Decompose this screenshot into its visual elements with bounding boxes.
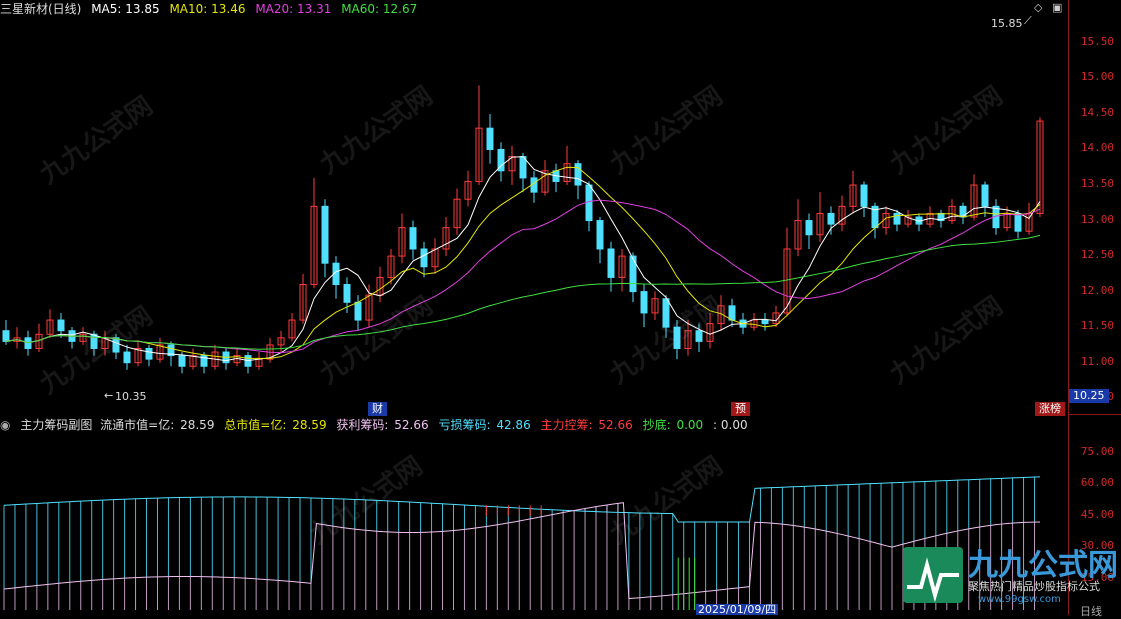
profit-chips-value: 52.66 (394, 418, 429, 432)
candle-body (1014, 212, 1022, 232)
candle-body (827, 212, 835, 225)
profit-chip-line (3, 502, 1041, 600)
candle-body (673, 326, 681, 349)
ma60-line (5, 234, 1041, 350)
bottom-value: 0.00 (676, 418, 704, 432)
sub-chart-header: ◉ 主力筹码副图 流通市值=亿: 28.59 总市值=亿: 28.59 获利筹码… (0, 416, 754, 434)
price-tick: 12.00 (1080, 283, 1114, 297)
price-tick: 14.50 (1080, 105, 1114, 119)
sub-tick: 75.00 (1080, 444, 1114, 458)
panel-toggle-icon[interactable]: ▣ (1052, 1, 1062, 14)
ma5-label: MA5: 13.85 (91, 2, 160, 16)
watermark-url: www.99gsw.com (978, 594, 1061, 605)
timeframe-label[interactable]: 日线 (1080, 603, 1102, 619)
logo-chart-icon (907, 557, 959, 603)
marker-yu[interactable]: 预 (731, 402, 750, 416)
candle-body (90, 333, 98, 349)
bottom-label: 抄底: (642, 418, 671, 432)
candle-body (761, 319, 769, 325)
marker-zhangbang[interactable]: 涨榜 (1035, 402, 1065, 416)
ma10-line (5, 166, 1041, 359)
price-tick: 15.50 (1080, 34, 1114, 48)
watermark-slogan: 聚焦热门精品炒股指标公式 (968, 580, 1100, 593)
stock-chart-window[interactable]: 三星新材(日线) MA5: 13.85 MA10: 13.46 MA20: 13… (0, 0, 1121, 618)
profit-chips-label: 获利筹码: (336, 418, 389, 432)
main-chart-header: 三星新材(日线) MA5: 13.85 MA10: 13.46 MA20: 13… (0, 0, 423, 18)
candle-body (860, 184, 868, 207)
indicator-name[interactable]: 主力筹码副图 (20, 418, 92, 432)
candle-body (574, 163, 582, 186)
main-control-label: 主力控筹: (540, 418, 593, 432)
candle-body (728, 305, 736, 321)
candle-body (695, 330, 703, 342)
total-cap-label: 总市值=亿: (224, 418, 287, 432)
candle-body (607, 248, 615, 278)
price-tick: 11.00 (1080, 354, 1114, 368)
candle-body (123, 351, 131, 364)
high-arrow-icon: ⟋ (1024, 14, 1032, 27)
price-tick: 13.50 (1080, 177, 1114, 191)
candle-body (343, 284, 351, 303)
extra-value: : 0.00 (713, 418, 748, 432)
low-arrow-icon: ← (104, 389, 114, 402)
sub-tick: 60.00 (1080, 476, 1114, 490)
ma10-label: MA10: 13.46 (169, 2, 246, 16)
ma60-label: MA60: 12.67 (341, 2, 418, 16)
price-tick: 14.00 (1080, 141, 1114, 155)
candle-body (981, 184, 989, 207)
ma20-label: MA20: 13.31 (255, 2, 332, 16)
current-price-badge: 10.25 (1069, 389, 1109, 403)
date-label: 2025/01/09/四 (696, 603, 779, 616)
loss-chip-line (3, 476, 1041, 523)
candle-body (178, 355, 186, 367)
price-tick: 13.00 (1080, 212, 1114, 226)
low-price-label: 10.35 (115, 390, 147, 403)
high-price-label: 15.85 (991, 17, 1023, 30)
candle-body (596, 220, 604, 250)
candle-body (486, 127, 494, 150)
sub-tick: 45.00 (1080, 507, 1114, 521)
loss-chips-value: 42.86 (496, 418, 531, 432)
candle-body (409, 227, 417, 250)
total-cap-value: 28.59 (292, 418, 327, 432)
main-control-value: 52.66 (598, 418, 633, 432)
price-tick: 15.00 (1080, 70, 1114, 84)
candle-body (420, 248, 428, 268)
candle-body (321, 205, 329, 264)
candle-body (145, 347, 153, 360)
settings-diamond-icon[interactable]: ◇ (1034, 1, 1042, 14)
candle-body (640, 291, 648, 314)
axis-divider (1069, 414, 1121, 415)
candle-body (662, 298, 670, 328)
candle-body (2, 330, 10, 342)
stock-name: 三星新材(日线) (0, 2, 82, 16)
ma20-line (5, 199, 1041, 354)
candle-body (629, 255, 637, 293)
float-cap-value: 28.59 (180, 418, 215, 432)
price-axis[interactable]: 15.50 15.00 14.50 14.00 13.50 13.00 12.50 12.00… (1068, 0, 1121, 615)
float-cap-label: 流通市值=亿: (100, 418, 175, 432)
watermark-logo (903, 547, 963, 603)
collapse-icon[interactable]: ◉ (0, 418, 10, 432)
marker-cai[interactable]: 财 (368, 402, 387, 416)
price-tick: 12.50 (1080, 248, 1114, 262)
candle-body (805, 220, 813, 236)
loss-chips-label: 亏损筹码: (438, 418, 491, 432)
candle-body (112, 337, 120, 353)
price-tick: 11.50 (1080, 319, 1114, 333)
candle-body (585, 184, 593, 222)
candle-body (354, 301, 362, 321)
candle-body (57, 319, 65, 332)
candlestick-chart[interactable] (0, 18, 1068, 416)
candle-body (24, 337, 32, 349)
